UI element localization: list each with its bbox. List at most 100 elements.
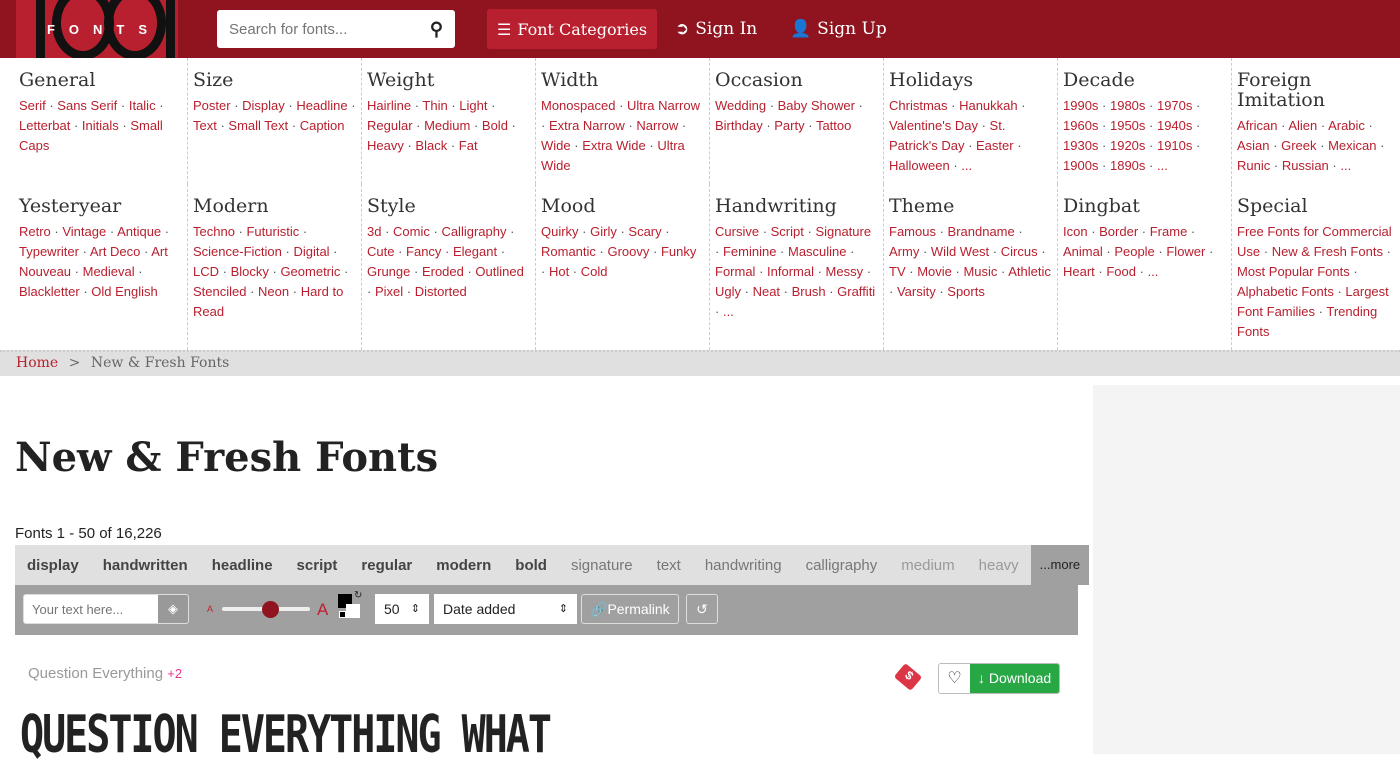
category-link[interactable]: Outlined <box>475 264 523 279</box>
tag-modern[interactable]: modern <box>424 557 503 574</box>
category-link[interactable]: 1940s <box>1157 118 1192 133</box>
category-link[interactable]: Most Popular Fonts <box>1237 264 1350 279</box>
category-link[interactable]: Food <box>1106 264 1136 279</box>
category-link[interactable]: Athletic <box>1008 264 1051 279</box>
category-link[interactable]: Typewriter <box>19 244 79 259</box>
category-link[interactable]: Scary <box>628 224 661 239</box>
permalink-button[interactable]: 🔗Permalink <box>581 594 679 624</box>
category-link[interactable]: Birthday <box>715 118 763 133</box>
category-title[interactable]: General <box>19 70 182 90</box>
category-title[interactable]: Special <box>1237 196 1400 216</box>
category-link[interactable]: 1990s <box>1063 98 1098 113</box>
category-link[interactable]: Fat <box>459 138 478 153</box>
category-link[interactable]: 1960s <box>1063 118 1098 133</box>
category-link[interactable]: Frame <box>1150 224 1188 239</box>
category-link[interactable]: ... <box>1148 264 1159 279</box>
category-link[interactable]: Thin <box>422 98 447 113</box>
category-link[interactable]: Heavy <box>367 138 404 153</box>
tag-signature[interactable]: signature <box>559 557 645 574</box>
tag-medium[interactable]: medium <box>889 557 966 574</box>
category-link[interactable]: Extra Wide <box>582 138 646 153</box>
category-title[interactable]: Size <box>193 70 356 90</box>
category-link[interactable]: Varsity <box>897 284 936 299</box>
category-link[interactable]: Easter <box>976 138 1014 153</box>
category-link[interactable]: Headline <box>296 98 347 113</box>
tag-bold[interactable]: bold <box>503 557 559 574</box>
category-link[interactable]: Vintage <box>62 224 106 239</box>
category-link[interactable]: Masculine <box>788 244 847 259</box>
category-link[interactable]: Halloween <box>889 158 950 173</box>
category-title[interactable]: Modern <box>193 196 356 216</box>
category-link[interactable]: Sans Serif <box>57 98 117 113</box>
category-link[interactable]: Famous <box>889 224 936 239</box>
category-title[interactable]: Occasion <box>715 70 878 90</box>
category-title[interactable]: Decade <box>1063 70 1226 90</box>
category-link[interactable]: 1930s <box>1063 138 1098 153</box>
category-link[interactable]: Antique <box>117 224 161 239</box>
category-link[interactable]: 3d <box>367 224 381 239</box>
category-link[interactable]: Quirky <box>541 224 579 239</box>
category-title[interactable]: Dingbat <box>1063 196 1226 216</box>
category-link[interactable]: Hanukkah <box>959 98 1018 113</box>
category-link[interactable]: Flower <box>1166 244 1205 259</box>
category-link[interactable]: Poster <box>193 98 231 113</box>
category-link[interactable]: Small Text <box>228 118 288 133</box>
category-link[interactable]: Greek <box>1281 138 1316 153</box>
category-link[interactable]: ... <box>1340 158 1351 173</box>
category-title[interactable]: Foreign Imitation <box>1237 70 1400 110</box>
category-title[interactable]: Holidays <box>889 70 1052 90</box>
category-link[interactable]: Valentine's Day <box>889 118 978 133</box>
category-link[interactable]: Medieval <box>83 264 135 279</box>
category-link[interactable]: Neon <box>258 284 289 299</box>
category-link[interactable]: Alphabetic Fonts <box>1237 284 1334 299</box>
category-link[interactable]: Futuristic <box>246 224 299 239</box>
category-link[interactable]: 1910s <box>1157 138 1192 153</box>
category-link[interactable]: Brandname <box>948 224 1015 239</box>
category-title[interactable]: Style <box>367 196 530 216</box>
category-link[interactable]: 1950s <box>1110 118 1145 133</box>
category-link[interactable]: Asian <box>1237 138 1270 153</box>
sort-select[interactable]: Date added ⇕ <box>434 594 577 624</box>
category-link[interactable]: Russian <box>1282 158 1329 173</box>
category-link[interactable]: Formal <box>715 264 755 279</box>
category-link[interactable]: Cute <box>367 244 394 259</box>
category-link[interactable]: Letterbat <box>19 118 70 133</box>
tag-heavy[interactable]: heavy <box>967 557 1031 574</box>
category-link[interactable]: Wide <box>541 138 571 153</box>
category-link[interactable]: ... <box>1157 158 1168 173</box>
tag-handwritten[interactable]: handwritten <box>91 557 200 574</box>
category-link[interactable]: Fancy <box>406 244 441 259</box>
category-link[interactable]: New & Fresh Fonts <box>1272 244 1383 259</box>
category-title[interactable]: Weight <box>367 70 530 90</box>
category-link[interactable]: Blackletter <box>19 284 80 299</box>
font-name[interactable]: Question Everything <box>28 665 163 682</box>
more-tags-button[interactable]: ...more <box>1030 545 1090 585</box>
category-link[interactable]: Brush <box>792 284 826 299</box>
favorite-heart-button[interactable]: ♡ <box>939 664 970 693</box>
category-link[interactable]: Stenciled <box>193 284 246 299</box>
tag-calligraphy[interactable]: calligraphy <box>794 557 890 574</box>
category-link[interactable]: Messy <box>826 264 864 279</box>
category-link[interactable]: Calligraphy <box>441 224 506 239</box>
category-link[interactable]: Blocky <box>231 264 269 279</box>
category-link[interactable]: Italic <box>129 98 156 113</box>
category-link[interactable]: Feminine <box>723 244 776 259</box>
category-title[interactable]: Mood <box>541 196 704 216</box>
category-link[interactable]: 1970s <box>1157 98 1192 113</box>
category-title[interactable]: Handwriting <box>715 196 878 216</box>
download-button[interactable]: ↓ Download <box>970 664 1060 693</box>
category-link[interactable]: 1920s <box>1110 138 1145 153</box>
category-link[interactable]: Graffiti <box>837 284 875 299</box>
category-link[interactable]: Regular <box>367 118 413 133</box>
category-link[interactable]: Caption <box>300 118 345 133</box>
category-link[interactable]: 1890s <box>1110 158 1145 173</box>
category-link[interactable]: Baby Shower <box>778 98 855 113</box>
category-link[interactable]: People <box>1114 244 1154 259</box>
category-link[interactable]: Romantic <box>541 244 596 259</box>
font-categories-button[interactable]: ☰ Font Categories <box>487 9 658 49</box>
category-title[interactable]: Yesteryear <box>19 196 182 216</box>
category-link[interactable]: ... <box>961 158 972 173</box>
category-link[interactable]: Extra Narrow <box>549 118 625 133</box>
color-picker[interactable]: ↻ <box>338 590 366 622</box>
category-link[interactable]: Ugly <box>715 284 741 299</box>
